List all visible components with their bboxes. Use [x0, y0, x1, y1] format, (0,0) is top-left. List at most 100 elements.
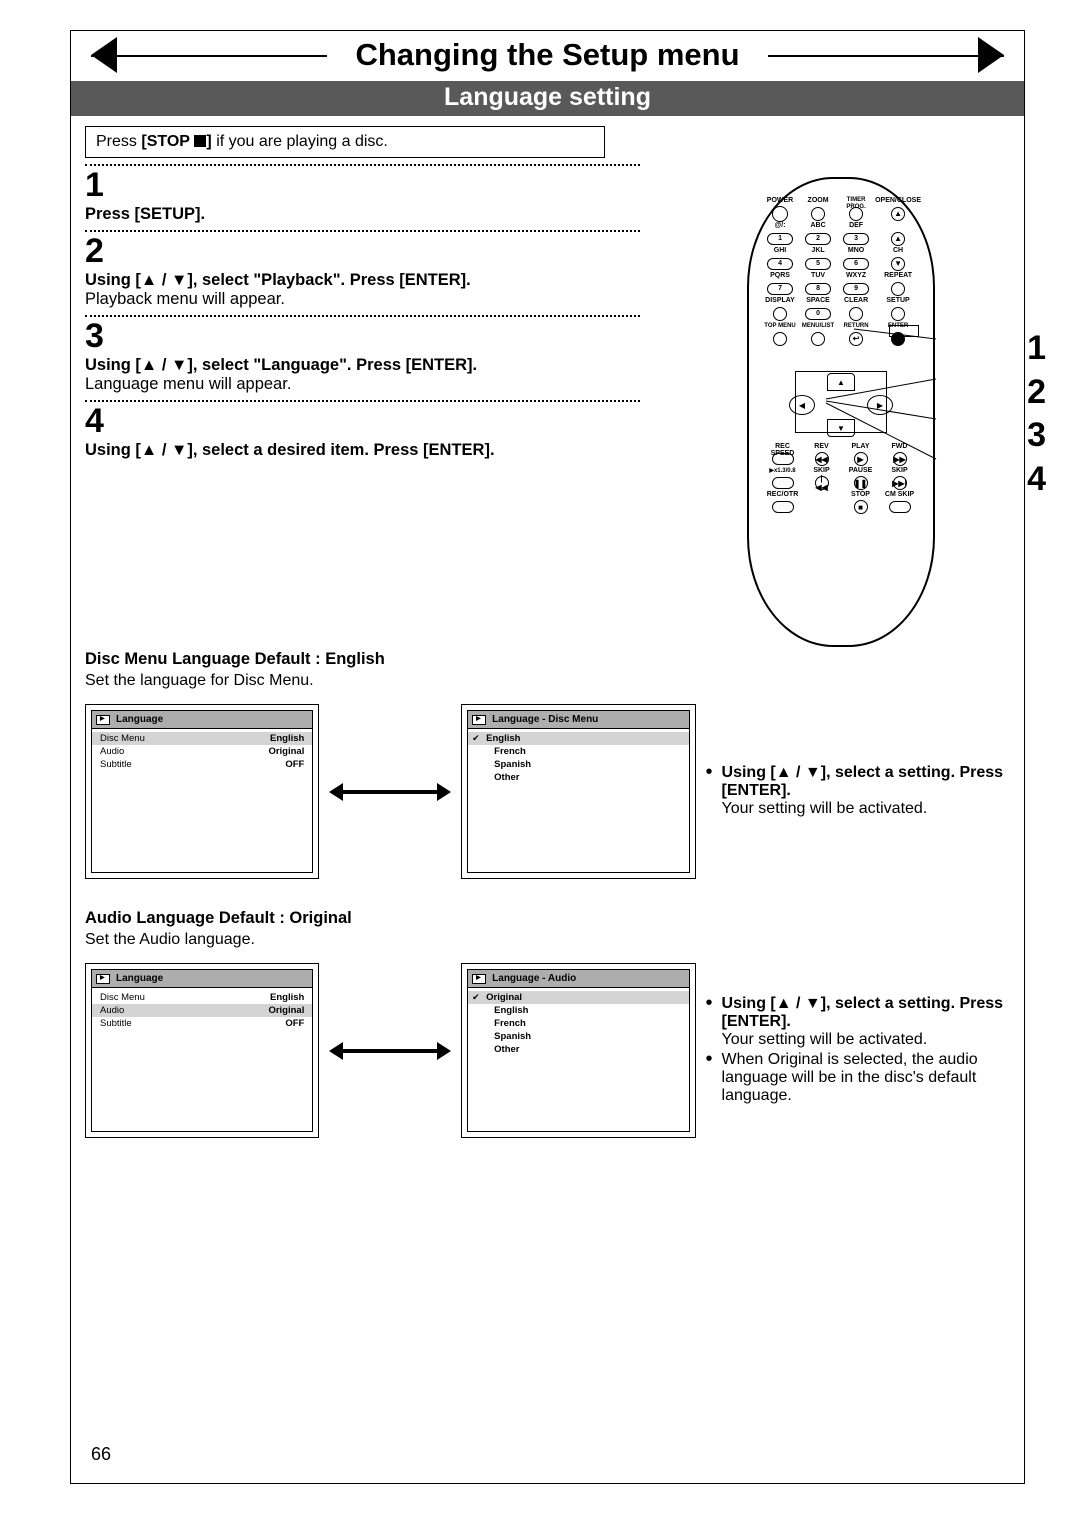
menu-option[interactable]: English [476, 1004, 680, 1017]
tv-icon [472, 715, 486, 725]
btn-label: CM SKIP [880, 491, 919, 499]
divider [85, 164, 640, 166]
btn-label: SPACE [799, 297, 837, 305]
play-button[interactable]: ▶ [854, 452, 868, 466]
ch-up-button[interactable]: ▲ [891, 232, 905, 246]
btn-label: DISPLAY [761, 297, 799, 305]
display-button[interactable] [773, 307, 787, 321]
repeat-button[interactable] [891, 282, 905, 296]
btn-label: OPEN/CLOSE [875, 197, 921, 205]
menu-option[interactable]: Spanish [476, 758, 680, 771]
num-1-button[interactable]: 1 [767, 233, 793, 245]
desc-body: Your setting will be activated. [722, 1031, 928, 1048]
btn-label: WXYZ [837, 272, 875, 280]
timer-button[interactable] [849, 207, 863, 221]
ch-down-button[interactable]: ▼ [891, 257, 905, 271]
stop-button[interactable]: ■ [854, 500, 868, 514]
skip-fwd-button[interactable]: ▶▶| [893, 476, 907, 490]
section-heading: Disc Menu Language Default : English [85, 650, 385, 668]
btn-label: TOP MENU [761, 322, 799, 330]
menu-row[interactable]: Disc MenuEnglish [92, 732, 312, 745]
menu-row[interactable]: AudioOriginal [92, 1004, 312, 1017]
tv-icon [472, 974, 486, 984]
section-sub: Set the language for Disc Menu. [85, 672, 1010, 690]
recspeed-button[interactable] [772, 453, 794, 465]
zoom-button[interactable] [811, 207, 825, 221]
tv-icon [96, 715, 110, 725]
menu-title: Language - Audio [492, 973, 576, 984]
notice-stop-label: [STOP [141, 133, 190, 150]
menu-row[interactable]: AudioOriginal [100, 745, 304, 758]
return-button[interactable]: ↩ [849, 332, 863, 346]
num-5-button[interactable]: 5 [805, 258, 831, 270]
menu-option[interactable]: French [476, 1017, 680, 1030]
cmskip-button[interactable] [889, 501, 911, 513]
btn-label: POWER [761, 197, 799, 205]
num-3-button[interactable]: 3 [843, 233, 869, 245]
step-bold: Using [▲ / ▼], select a desired item. Pr… [85, 441, 495, 459]
btn-label: PAUSE [841, 467, 880, 475]
recotr-button[interactable] [772, 501, 794, 513]
menu-row[interactable]: Disc MenuEnglish [100, 991, 304, 1004]
menu-title: Language - Disc Menu [492, 714, 598, 725]
desc-body: Your setting will be activated. [722, 800, 928, 817]
menu-row[interactable]: SubtitleOFF [100, 758, 304, 771]
pause-button[interactable]: ❚❚ [854, 476, 868, 490]
num-8-button[interactable]: 8 [805, 283, 831, 295]
menulist-button[interactable] [811, 332, 825, 346]
num-9-button[interactable]: 9 [843, 283, 869, 295]
power-button[interactable] [772, 206, 788, 222]
num-2-button[interactable]: 2 [805, 233, 831, 245]
open-close-button[interactable]: ▲ [891, 207, 905, 221]
step-bold: Press [SETUP]. [85, 205, 205, 223]
description-column: Using [▲ / ▼], select a setting. Press [… [706, 764, 1011, 820]
num-7-button[interactable]: 7 [767, 283, 793, 295]
x13-button[interactable] [772, 477, 794, 489]
setup-button[interactable] [891, 307, 905, 321]
divider [85, 315, 640, 317]
callout-4: 4 [1027, 458, 1046, 502]
btn-label: ▶x1.3/0.8 [763, 467, 802, 475]
remote-button-grid: POWER ZOOM TIMER PROG. OPEN/CLOSE ▲ @/: … [761, 197, 921, 346]
menu-title: Language [116, 714, 163, 725]
instruction-steps: 1 Press [SETUP]. 2 Using [▲ / ▼], select… [85, 164, 640, 460]
num-4-button[interactable]: 4 [767, 258, 793, 270]
btn-label: TIMER PROG. [837, 197, 875, 205]
btn-label [875, 222, 921, 230]
fwd-button[interactable]: ▶▶ [893, 452, 907, 466]
btn-label: REV [802, 443, 841, 451]
section-audio-language: Audio Language Default : Original Set th… [85, 909, 1010, 1138]
btn-label: STOP [841, 491, 880, 499]
section-subtitle: Language setting [71, 81, 1024, 116]
btn-label: REPEAT [875, 272, 921, 280]
menu-option[interactable]: Original [468, 991, 688, 1004]
description-column: Using [▲ / ▼], select a setting. Press [… [706, 995, 1011, 1107]
btn-label [802, 491, 841, 499]
menu-option[interactable]: Other [476, 1043, 680, 1056]
step-number: 2 [85, 234, 640, 268]
btn-label: REC SPEED [763, 443, 802, 451]
page-frame: Changing the Setup menu Language setting… [70, 30, 1025, 1484]
divider [85, 230, 640, 232]
callout-box-setup [889, 325, 919, 337]
callout-1: 1 [1027, 327, 1046, 371]
rev-button[interactable]: ◀◀ [815, 452, 829, 466]
num-0-button[interactable]: 0 [805, 308, 831, 320]
menu-row[interactable]: SubtitleOFF [100, 1017, 304, 1030]
menu-option[interactable]: Other [476, 771, 680, 784]
btn-label: REC/OTR [763, 491, 802, 499]
menu-option[interactable]: French [476, 745, 680, 758]
menu-language-disc-menu: Language - Disc Menu English French Span… [461, 704, 695, 879]
menu-option[interactable]: English [468, 732, 688, 745]
ribbon-right-icon [978, 37, 1004, 73]
skip-back-button[interactable]: |◀◀ [815, 476, 829, 490]
menu-list: Disc MenuEnglish AudioOriginal SubtitleO… [92, 729, 312, 774]
section-disc-menu-language: Disc Menu Language Default : English Set… [85, 650, 1010, 879]
topmenu-button[interactable] [773, 332, 787, 346]
menu-option[interactable]: Spanish [476, 1030, 680, 1043]
clear-button[interactable] [849, 307, 863, 321]
btn-label: SETUP [875, 297, 921, 305]
stop-icon [194, 135, 206, 147]
num-6-button[interactable]: 6 [843, 258, 869, 270]
step-bold: Using [▲ / ▼], select "Playback". Press … [85, 271, 471, 289]
